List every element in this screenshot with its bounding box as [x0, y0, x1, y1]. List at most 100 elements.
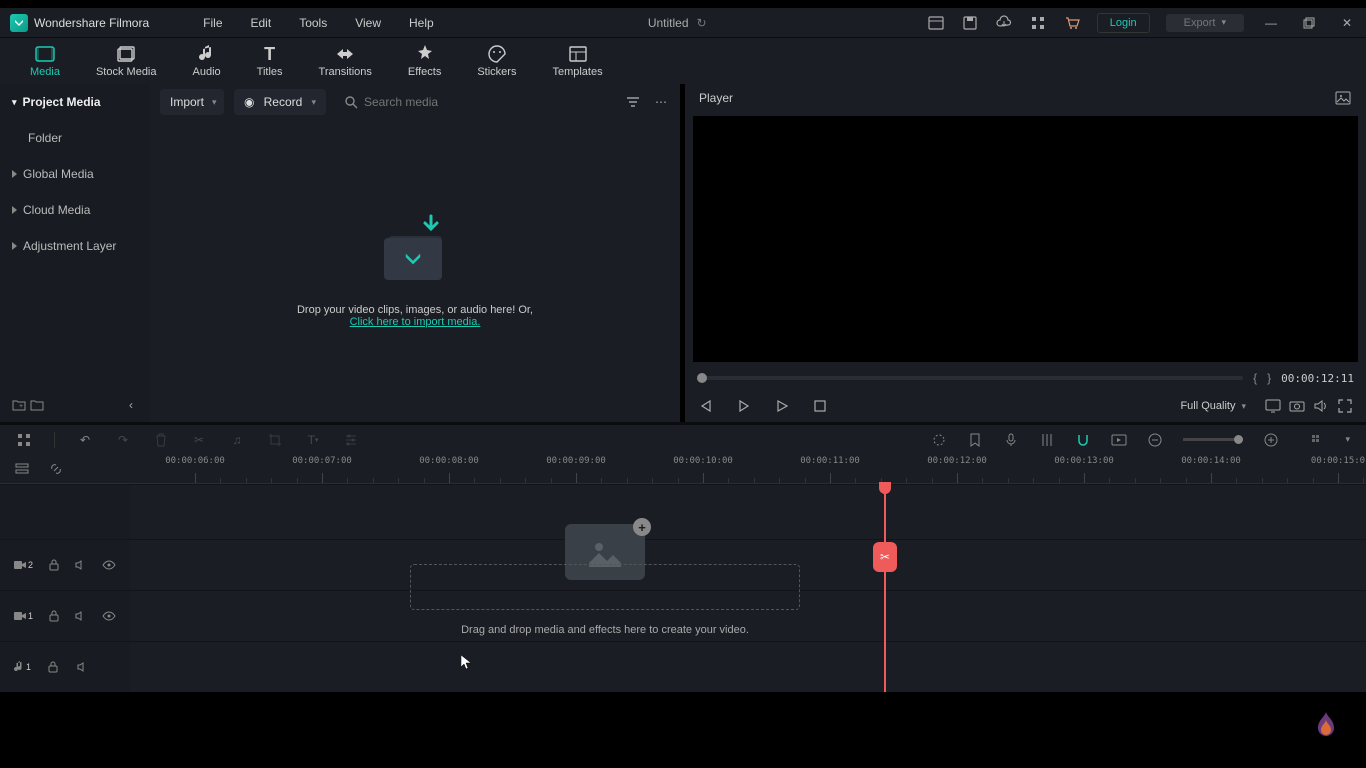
text-icon[interactable]: T▾	[305, 432, 321, 448]
tab-media[interactable]: Media	[30, 44, 60, 78]
menu-view[interactable]: View	[341, 16, 395, 30]
render-icon[interactable]	[931, 432, 947, 448]
mixer-icon[interactable]	[1039, 432, 1055, 448]
menu-file[interactable]: File	[189, 16, 236, 30]
next-frame-icon[interactable]	[735, 397, 753, 415]
fullscreen-icon[interactable]	[1336, 397, 1354, 415]
camera-icon[interactable]	[1288, 397, 1306, 415]
maximize-icon[interactable]	[1300, 14, 1318, 32]
export-button[interactable]: Export▾	[1166, 14, 1244, 32]
sidebar-global-media[interactable]: Global Media	[0, 156, 150, 192]
view-chevron-icon[interactable]: ▾	[1345, 434, 1350, 445]
add-icon[interactable]: +	[633, 518, 651, 536]
tracks-area: 2 1 1 +	[0, 484, 1366, 692]
grid-icon[interactable]	[1029, 14, 1047, 32]
quality-select[interactable]: Full Quality	[1180, 400, 1235, 412]
sidebar-cloud-media[interactable]: Cloud Media	[0, 192, 150, 228]
zoom-out-icon[interactable]	[1147, 432, 1163, 448]
sidebar-folder[interactable]: Folder	[0, 120, 150, 156]
import-link[interactable]: Click here to import media.	[350, 316, 481, 328]
speed-icon[interactable]	[343, 432, 359, 448]
cut-knob-icon[interactable]: ✂	[873, 542, 897, 572]
timeline-toolbar: ↶ ↷ ✂ ♫ T▾ ▾	[0, 422, 1366, 454]
crop-icon[interactable]	[267, 432, 283, 448]
volume-icon[interactable]	[1312, 397, 1330, 415]
audio-track-1[interactable]: 1	[0, 641, 1366, 692]
menu-tools[interactable]: Tools	[285, 16, 341, 30]
tab-transitions[interactable]: Transitions	[319, 44, 372, 78]
playhead[interactable]: ✂	[884, 484, 886, 692]
player-scrubber[interactable]	[697, 376, 1243, 380]
undo-icon[interactable]: ↶	[77, 432, 93, 448]
track-lock-icon[interactable]	[47, 557, 60, 573]
tab-stickers[interactable]: Stickers	[477, 44, 516, 78]
mark-out[interactable]: }	[1267, 371, 1271, 385]
mark-in[interactable]: {	[1253, 371, 1257, 385]
fit-icon[interactable]	[1309, 432, 1325, 448]
more-icon[interactable]: ⋯	[652, 93, 670, 111]
track-lock-icon[interactable]	[45, 659, 61, 675]
marker-icon[interactable]	[967, 432, 983, 448]
timeline-drop-hint: Drag and drop media and effects here to …	[410, 624, 800, 636]
svg-text:+: +	[19, 403, 23, 410]
cloud-icon[interactable]	[995, 14, 1013, 32]
track-mute-icon[interactable]	[75, 557, 88, 573]
menu-edit[interactable]: Edit	[237, 16, 286, 30]
timeline-drop-zone[interactable]	[410, 564, 800, 610]
prev-frame-icon[interactable]	[697, 397, 715, 415]
zoom-in-icon[interactable]	[1263, 432, 1279, 448]
layout-icon[interactable]	[927, 14, 945, 32]
sidebar-adjustment-layer[interactable]: Adjustment Layer	[0, 228, 150, 264]
mic-icon[interactable]	[1003, 432, 1019, 448]
audio-track-icon: 1	[14, 661, 31, 673]
collapse-sidebar-icon[interactable]: ‹	[122, 396, 140, 414]
search-input[interactable]	[336, 95, 614, 109]
zoom-slider[interactable]	[1183, 438, 1243, 441]
tab-templates[interactable]: Templates	[552, 44, 602, 78]
track-visibility-icon[interactable]	[102, 608, 116, 624]
new-folder-icon[interactable]: +	[10, 396, 28, 414]
open-folder-icon[interactable]	[28, 396, 46, 414]
filter-icon[interactable]	[624, 93, 642, 111]
app-name: Wondershare Filmora	[34, 16, 149, 30]
track-visibility-icon[interactable]	[102, 557, 116, 573]
audio-detach-icon[interactable]: ♫	[229, 432, 245, 448]
record-dropdown[interactable]: ◉Record▾	[234, 89, 326, 115]
play-icon[interactable]	[773, 397, 791, 415]
player-title: Player	[699, 91, 733, 105]
history-icon[interactable]: ↻	[697, 16, 707, 30]
cart-icon[interactable]	[1063, 14, 1081, 32]
redo-icon[interactable]: ↷	[115, 432, 131, 448]
tab-stock-media[interactable]: Stock Media	[96, 44, 157, 78]
sidebar-project-media[interactable]: ▾Project Media	[0, 84, 150, 120]
player-panel: Player { } 00:00:12:11 Full Quality▾	[685, 84, 1366, 422]
import-dropdown[interactable]: Import▾	[160, 89, 224, 115]
time-ruler[interactable]: 00:00:06:0000:00:07:0000:00:08:0000:00:0…	[130, 454, 1366, 483]
track-options-icon[interactable]	[14, 461, 30, 477]
track-mute-icon[interactable]	[75, 608, 88, 624]
record-icon: ◉	[244, 95, 254, 109]
link-icon[interactable]	[48, 461, 64, 477]
display-icon[interactable]	[1264, 397, 1282, 415]
stop-icon[interactable]	[811, 397, 829, 415]
timeline: 00:00:06:0000:00:07:0000:00:08:0000:00:0…	[0, 454, 1366, 692]
login-button[interactable]: Login	[1097, 13, 1150, 33]
tab-titles[interactable]: T Titles	[257, 44, 283, 78]
track-mute-icon[interactable]	[75, 659, 91, 675]
minimize-icon[interactable]: —	[1262, 14, 1280, 32]
stock-media-icon	[116, 44, 136, 64]
magnet-icon[interactable]	[1075, 432, 1091, 448]
track-lock-icon[interactable]	[47, 608, 60, 624]
player-viewport[interactable]	[693, 116, 1358, 362]
tab-audio[interactable]: Audio	[193, 44, 221, 78]
titles-icon: T	[260, 44, 280, 64]
close-icon[interactable]: ✕	[1338, 14, 1356, 32]
split-icon[interactable]: ✂	[191, 432, 207, 448]
tab-effects[interactable]: Effects	[408, 44, 441, 78]
delete-icon[interactable]	[153, 432, 169, 448]
apps-icon[interactable]	[16, 432, 32, 448]
preview-icon[interactable]	[1111, 432, 1127, 448]
save-icon[interactable]	[961, 14, 979, 32]
snapshot-icon[interactable]	[1334, 89, 1352, 107]
menu-help[interactable]: Help	[395, 16, 448, 30]
